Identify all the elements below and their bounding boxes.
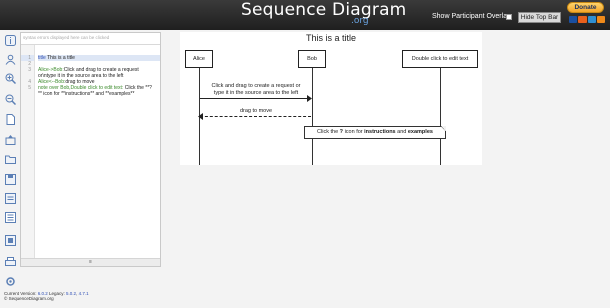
top-bar: Sequence Diagram .org Show Participant O… [0,0,610,30]
upload-icon[interactable] [5,134,16,145]
donate-button[interactable]: Donate [567,2,604,13]
editor-resize-handle[interactable]: ≡ [21,258,160,266]
user-icon[interactable] [5,54,16,65]
source-editor[interactable]: syntax errors displayed here can be clic… [20,32,161,267]
page-footer: Current Version: 6.0.2 Legacy: 5.0.2, 4.… [4,291,89,301]
folder-icon[interactable] [5,154,16,165]
hide-top-bar-button[interactable]: Hide Top Bar [518,12,561,23]
message-1-label-line1[interactable]: Click and drag to create a request or [200,83,312,90]
zoom-out-icon[interactable] [5,94,16,105]
zoom-in-icon[interactable] [5,73,16,84]
arrowhead-left-icon [198,113,203,120]
diagram-note[interactable]: Click the ? icon for instructions and ex… [304,126,446,139]
copyright: © SequenceDiagram.org [4,296,54,301]
legacy-link-1[interactable]: 5.0.2 [66,291,76,296]
code-area[interactable]: title This is a title Alice->Bob:Click a… [38,55,160,97]
line-number [21,45,34,55]
diagram-canvas[interactable]: This is a title Alice Bob Double click t… [180,32,482,165]
line-gutter: 1 2 3 4 5 [21,45,35,258]
print-icon[interactable] [5,257,16,268]
list-icon[interactable] [5,212,16,223]
discover-icon [596,16,605,23]
message-2-arrow[interactable] [200,116,311,117]
participant-overlay-checkbox[interactable] [506,14,512,20]
participant-note-target[interactable]: Double click to edit text [402,50,478,68]
line-number: 5 [28,85,31,91]
participant-bob[interactable]: Bob [298,50,326,68]
message-1-label-line2[interactable]: type it in the source area to the left [200,90,312,97]
lifeline-bob [312,68,313,165]
error-hint: syntax errors displayed here can be clic… [21,33,160,45]
arrowhead-right-icon [307,95,312,102]
legacy-link-2[interactable]: 4.7.1 [79,291,89,296]
save-as-icon[interactable] [5,193,16,204]
message-1-arrow[interactable] [200,98,311,99]
diagram-title[interactable]: This is a title [180,33,482,43]
amex-icon [587,16,596,23]
document-icon[interactable] [5,114,16,125]
app-logo: Sequence Diagram [241,0,407,20]
info-icon[interactable] [5,35,16,46]
message-2-label[interactable]: drag to move [200,108,312,115]
app-logo-suffix: .org [351,16,369,26]
save-icon[interactable] [5,174,16,185]
settings-icon[interactable] [5,276,16,287]
note-fold-icon [441,126,446,131]
export-icon[interactable] [5,235,16,246]
code-line: ** icon for **instructions** and **examp… [38,91,135,97]
lifeline-third [440,68,441,165]
participant-alice[interactable]: Alice [185,50,213,68]
mastercard-icon [578,16,587,23]
payment-cards [569,16,605,23]
participant-overlay-label: Show Participant Overlay [432,13,511,20]
visa-icon [569,16,578,23]
